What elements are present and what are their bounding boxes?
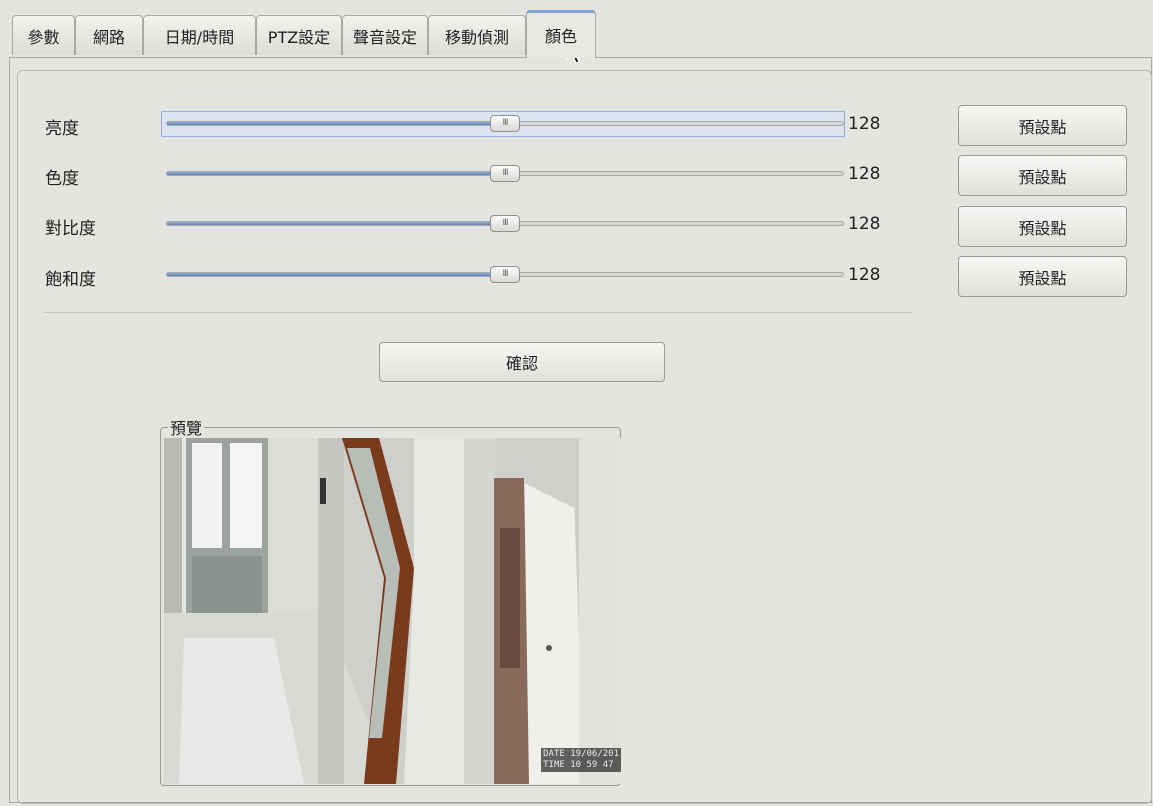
contrast-label: 對比度 <box>45 219 96 239</box>
osd-time: TIME 10 59 47 <box>543 760 614 770</box>
tab-bar: 參數 網路 日期/時間 PTZ設定 聲音設定 移動偵測 顏色 <box>0 0 1153 58</box>
slider-fill <box>167 172 505 175</box>
camera-scene <box>164 438 621 784</box>
contrast-value: 128 <box>848 214 881 234</box>
tab-audio-settings[interactable]: 聲音設定 <box>342 15 428 55</box>
tab-date-time[interactable]: 日期/時間 <box>143 15 256 55</box>
saturation-slider[interactable]: III <box>162 263 844 287</box>
brightness-label: 亮度 <box>45 119 79 139</box>
slider-thumb[interactable]: III <box>490 266 520 283</box>
saturation-reset-button[interactable]: 預設點 <box>958 256 1127 297</box>
hue-slider[interactable]: III <box>162 162 844 186</box>
contrast-slider[interactable]: III <box>162 212 844 236</box>
camera-preview-image: DATE 19/06/201 TIME 10 59 47 <box>164 438 621 784</box>
contrast-reset-button[interactable]: 預設點 <box>958 206 1127 247</box>
slider-fill <box>167 222 505 225</box>
confirm-button[interactable]: 確認 <box>379 342 665 382</box>
osd-timestamp: DATE 19/06/201 TIME 10 59 47 <box>541 748 621 772</box>
saturation-value: 128 <box>848 265 881 285</box>
slider-thumb[interactable]: III <box>490 165 520 182</box>
brightness-reset-button[interactable]: 預設點 <box>958 105 1127 146</box>
brightness-value: 128 <box>848 114 881 134</box>
hue-reset-button[interactable]: 預設點 <box>958 155 1127 196</box>
slider-fill <box>167 122 505 125</box>
hue-label: 色度 <box>45 169 79 189</box>
slider-thumb[interactable]: III <box>490 215 520 232</box>
divider <box>45 312 912 313</box>
slider-fill <box>167 273 505 276</box>
tab-network[interactable]: 網路 <box>75 15 143 55</box>
saturation-label: 飽和度 <box>45 270 96 290</box>
brightness-slider[interactable]: III <box>161 111 845 137</box>
osd-date: DATE 19/06/201 <box>543 749 619 759</box>
hue-value: 128 <box>848 164 881 184</box>
tab-ptz-settings[interactable]: PTZ設定 <box>256 15 342 55</box>
tab-motion-detection[interactable]: 移動偵測 <box>428 15 526 55</box>
tab-parameters[interactable]: 參數 <box>12 15 75 55</box>
tab-color[interactable]: 顏色 <box>526 10 596 58</box>
preview-title: 預覽 <box>168 415 205 439</box>
slider-thumb[interactable]: III <box>490 115 520 132</box>
